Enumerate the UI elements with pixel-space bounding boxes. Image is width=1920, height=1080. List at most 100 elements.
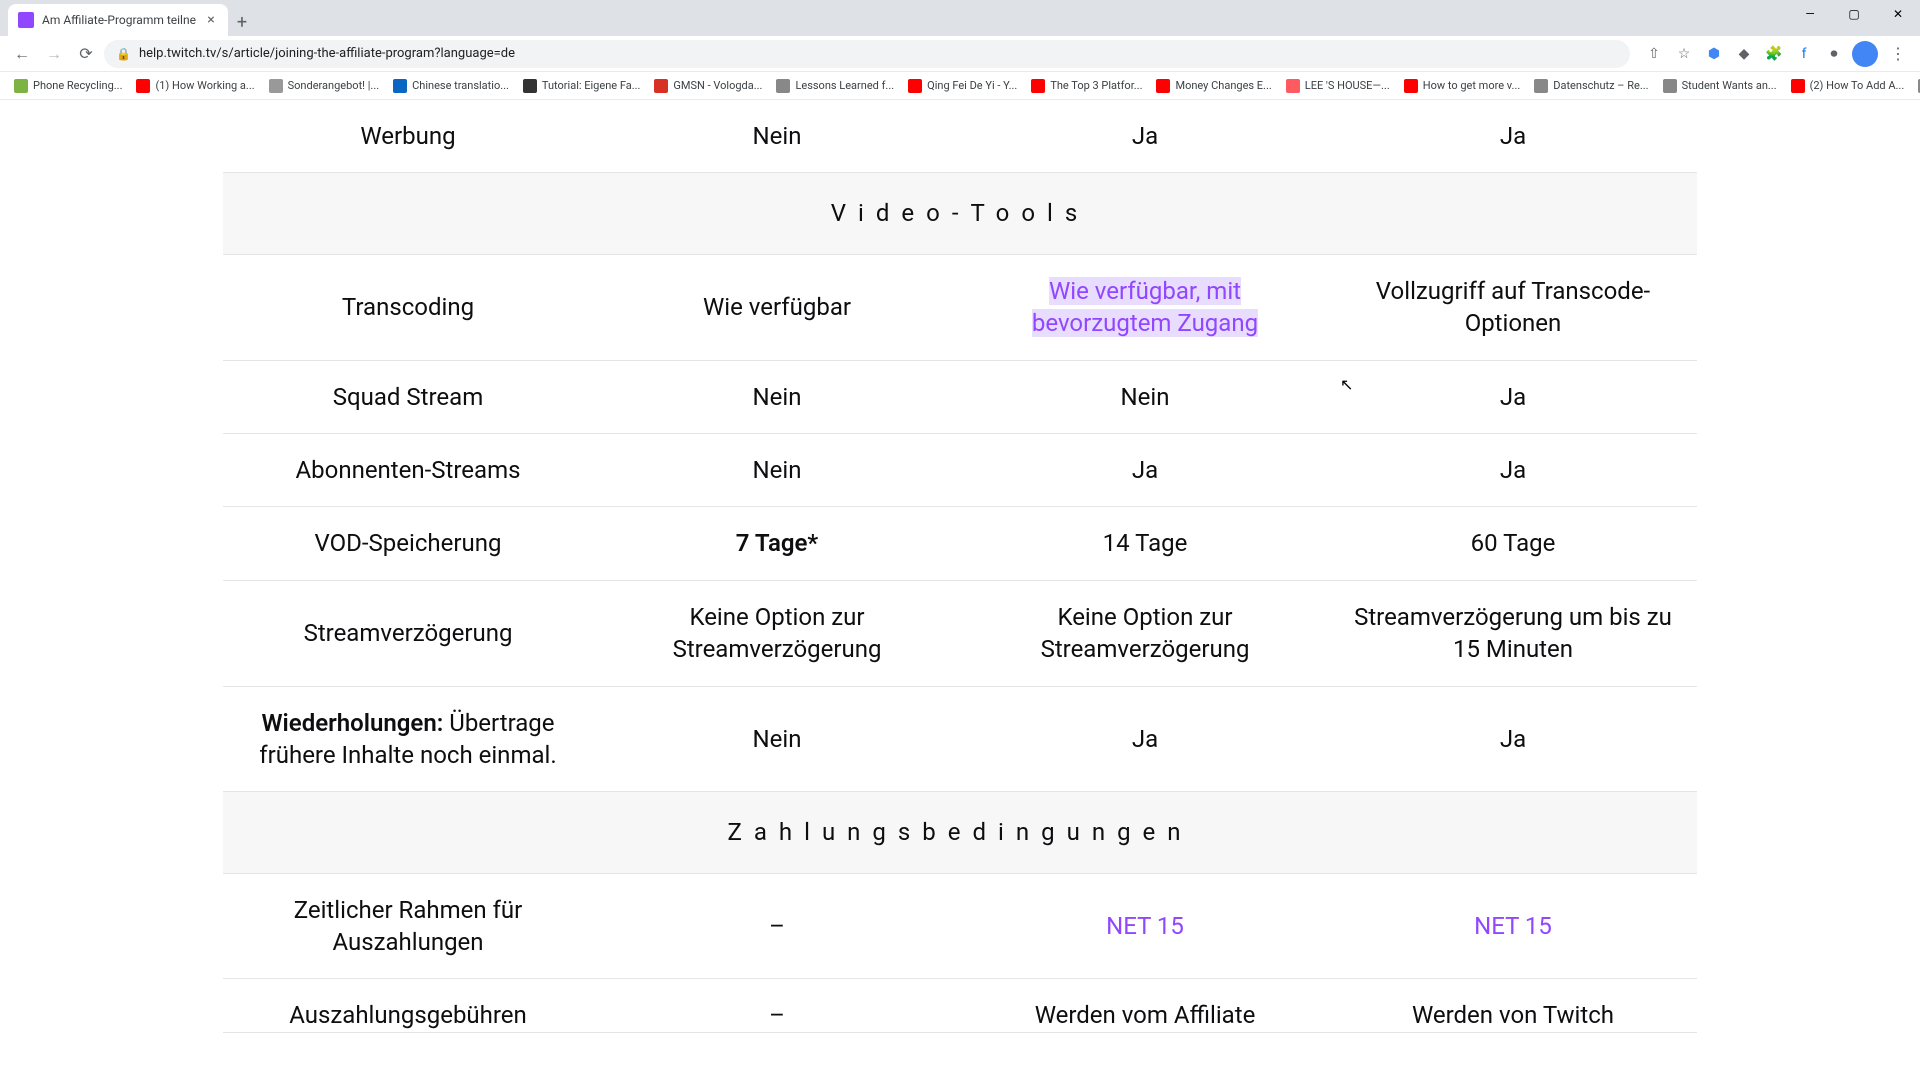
cell[interactable]: NET 15 [961,873,1329,979]
cell: Keine Option zur Streamverzögerung [593,580,961,686]
cell: – [593,873,961,979]
bookmark-item[interactable]: LEE 'S HOUSE—... [1280,76,1396,96]
table-row: Werbung Nein Ja Ja [223,100,1697,173]
row-label: Wiederholungen: Übertrage frühere Inhalt… [223,686,593,792]
browser-toolbar: ← → ⟳ 🔒 help.twitch.tv/s/article/joining… [0,36,1920,72]
bookmark-item[interactable]: Money Changes E... [1150,76,1277,96]
window-close[interactable]: ✕ [1876,0,1920,28]
cell: Vollzugriff auf Transcode-Optionen [1329,254,1697,360]
table-row: Zeitlicher Rahmen für Auszahlungen – NET… [223,873,1697,979]
bookmark-item[interactable]: Lessons Learned f... [770,76,900,96]
bookmarks-bar: Phone Recycling... (1) How Working a... … [0,72,1920,100]
share-icon[interactable]: ⇧ [1642,42,1666,66]
chrome-menu-icon[interactable]: ⋮ [1884,40,1912,68]
cell: Ja [961,433,1329,506]
bookmark-favicon-icon [654,79,668,93]
row-label: Zeitlicher Rahmen für Auszahlungen [223,873,593,979]
window-controls: — ▢ ✕ [1788,0,1920,28]
tab-close-icon[interactable]: × [204,13,218,27]
section-title: Zahlungsbedingungen [223,792,1697,873]
bookmark-item[interactable]: Tutorial: Eigene Fa... [517,76,647,96]
cell: Ja [1329,686,1697,792]
forward-button[interactable]: → [40,40,68,68]
cell: Wie verfügbar [593,254,961,360]
profile-avatar[interactable] [1852,41,1878,67]
tab-title: Am Affiliate-Programm teilne [42,13,196,27]
bookmark-favicon-icon [1663,79,1677,93]
bookmark-favicon-icon [1286,79,1300,93]
table-row: Auszahlungsgebühren – Werden vom Affilia… [223,979,1697,1032]
back-button[interactable]: ← [8,40,36,68]
browser-tab[interactable]: Am Affiliate-Programm teilne × [8,4,228,36]
bookmark-item[interactable]: GMSN - Vologda... [648,76,768,96]
bookmark-item[interactable]: Datenschutz – Re... [1528,76,1654,96]
bookmark-item[interactable]: (1) How Working a... [130,76,260,96]
cell: Ja [1329,360,1697,433]
toolbar-right: ⇧ ☆ ⬢ ◆ 🧩 f ⏺ ⋮ [1634,40,1912,68]
cell: 60 Tage [1329,507,1697,580]
row-label: Abonnenten-Streams [223,433,593,506]
cursor-icon: ↖ [1340,375,1353,394]
bookmark-favicon-icon [14,79,28,93]
new-tab-button[interactable]: + [228,8,256,36]
section-header: Video-Tools [223,173,1697,254]
window-maximize[interactable]: ▢ [1832,0,1876,28]
lock-icon: 🔒 [116,47,131,61]
extension-icon[interactable]: ◆ [1732,42,1756,66]
star-icon[interactable]: ☆ [1672,42,1696,66]
bookmark-favicon-icon [393,79,407,93]
bookmark-item[interactable]: Chinese translatio... [387,76,515,96]
extension-icon[interactable]: ⏺ [1822,42,1846,66]
cell: Nein [593,360,961,433]
cell: Werden vom Affiliate [961,979,1329,1032]
bookmark-item[interactable]: Qing Fei De Yi - Y... [902,76,1023,96]
cell[interactable]: NET 15 [1329,873,1697,979]
table-row: Streamverzögerung Keine Option zur Strea… [223,580,1697,686]
bookmark-favicon-icon [523,79,537,93]
address-bar[interactable]: 🔒 help.twitch.tv/s/article/joining-the-a… [104,40,1630,68]
row-label: Streamverzögerung [223,580,593,686]
extension-icon[interactable]: ⬢ [1702,42,1726,66]
bookmark-favicon-icon [1156,79,1170,93]
table-row: Wiederholungen: Übertrage frühere Inhalt… [223,686,1697,792]
bookmark-item[interactable]: Phone Recycling... [8,76,128,96]
bookmark-item[interactable]: The Top 3 Platfor... [1025,76,1148,96]
cell: – [593,979,961,1032]
url-text: help.twitch.tv/s/article/joining-the-aff… [139,46,515,61]
cell[interactable]: Wie verfügbar, mit bevorzugtem Zugang [961,254,1329,360]
cell: Ja [1329,100,1697,173]
bookmark-item[interactable]: (2) How To Add A... [1785,76,1911,96]
window-minimize[interactable]: — [1788,0,1832,28]
row-label: VOD-Speicherung [223,507,593,580]
table-row: VOD-Speicherung 7 Tage* 14 Tage 60 Tage [223,507,1697,580]
cell: Streamverzögerung um bis zu 15 Minuten [1329,580,1697,686]
table-row: Transcoding Wie verfügbar Wie verfügbar,… [223,254,1697,360]
bookmark-favicon-icon [776,79,790,93]
bookmark-favicon-icon [269,79,283,93]
tab-strip: Am Affiliate-Programm teilne × + [0,0,1920,36]
cell: Nein [593,686,961,792]
bookmark-item[interactable]: Student Wants an... [1657,76,1783,96]
extensions-menu-icon[interactable]: 🧩 [1762,42,1786,66]
table-row: Abonnenten-Streams Nein Ja Ja [223,433,1697,506]
row-label: Transcoding [223,254,593,360]
bookmark-favicon-icon [908,79,922,93]
feature-comparison-table: Werbung Nein Ja Ja Video-Tools Transcodi… [223,100,1697,1033]
cell: Ja [1329,433,1697,506]
bookmark-favicon-icon [136,79,150,93]
row-label: Auszahlungsgebühren [223,979,593,1032]
bookmark-item[interactable]: How to get more v... [1398,76,1527,96]
bookmark-favicon-icon [1534,79,1548,93]
cell: Ja [961,686,1329,792]
extension-icon[interactable]: f [1792,42,1816,66]
section-header: Zahlungsbedingungen [223,792,1697,873]
bookmark-item[interactable]: Sonderangebot! |... [263,76,386,96]
bookmark-item[interactable]: Download - Cooki... [1912,76,1920,96]
cell: Ja [961,100,1329,173]
row-label: Squad Stream [223,360,593,433]
bookmark-favicon-icon [1031,79,1045,93]
cell: Nein [593,433,961,506]
twitch-favicon-icon [18,12,34,28]
cell: Keine Option zur Streamverzögerung [961,580,1329,686]
reload-button[interactable]: ⟳ [72,40,100,68]
